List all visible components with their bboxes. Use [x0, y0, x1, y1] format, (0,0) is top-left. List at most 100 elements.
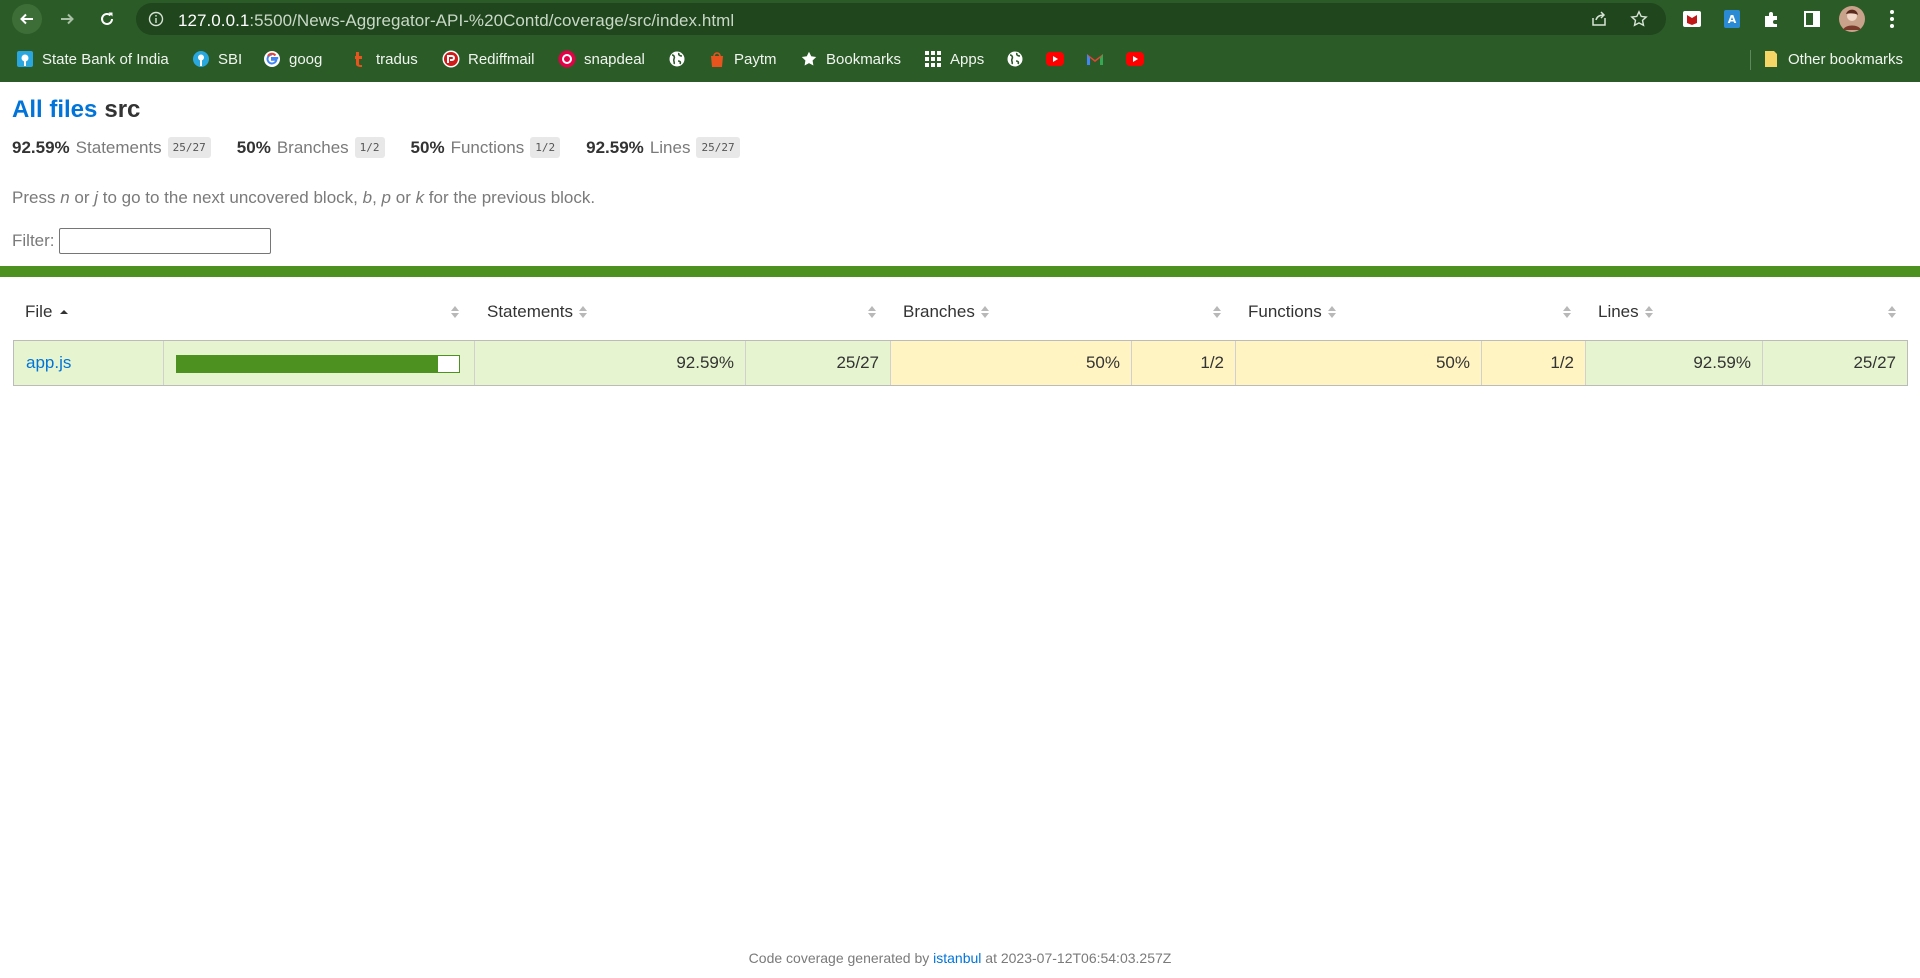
column-header-lines[interactable]: Lines [1598, 292, 1653, 332]
sort-icon[interactable] [1888, 305, 1896, 319]
back-arrow-icon [20, 13, 33, 25]
column-label: File [25, 302, 53, 321]
bookmark-label: Apps [950, 50, 985, 68]
column-label: Branches [903, 302, 975, 321]
coverage-summary: 92.59% Statements 25/27 50% Branches 1/2… [12, 137, 766, 158]
column-header-functions[interactable]: Functions [1248, 292, 1336, 332]
sort-icon [579, 306, 587, 318]
column-label: Functions [1248, 302, 1322, 321]
bookmark-star-icon[interactable] [1630, 10, 1648, 33]
youtube-icon [1046, 50, 1064, 68]
lines-fraction-cell: 25/27 [1763, 341, 1907, 385]
filter-label: Filter: [12, 231, 55, 250]
bookmark-label: SBI [218, 50, 243, 68]
summary-statements: 92.59% Statements 25/27 [12, 137, 211, 158]
column-label: Statements [487, 302, 573, 321]
bookmark-goog[interactable]: goog [263, 46, 322, 72]
hint-key: k [415, 188, 425, 207]
sort-icon[interactable] [451, 305, 459, 319]
page-title: All files src [12, 96, 140, 124]
bookmark-label: Paytm [734, 50, 777, 68]
sort-icon [1644, 306, 1653, 318]
bookmark-globe-1[interactable] [668, 46, 686, 72]
bookmarks-bar: State Bank of India SBI goog tradus Redi… [0, 44, 1920, 74]
sort-icon[interactable] [1563, 305, 1571, 319]
keyboard-hint: Press n or j to go to the next uncovered… [12, 188, 595, 208]
lines-pct-cell: 92.59% [1586, 341, 1763, 385]
back-button[interactable] [12, 4, 42, 34]
coverage-bar [176, 355, 460, 373]
bookmark-globe-2[interactable] [1006, 46, 1024, 72]
forward-arrow-icon [61, 13, 74, 25]
hint-key: n [60, 188, 70, 207]
gmail-icon [1086, 50, 1104, 68]
filter-row: Filter: [12, 228, 271, 254]
summary-branches: 50% Branches 1/2 [237, 137, 385, 158]
other-bookmarks-label: Other bookmarks [1788, 50, 1904, 68]
bookmark-sbi[interactable]: SBI [192, 46, 242, 72]
table-header: File Statements Branches Functions Lines [13, 292, 1908, 332]
hint-key: p [381, 188, 392, 207]
forward-button[interactable] [52, 4, 82, 34]
apps-grid-icon [924, 50, 942, 68]
share-icon[interactable] [1590, 10, 1608, 33]
file-link[interactable]: app.js [14, 353, 71, 373]
bookmark-label: State Bank of India [42, 50, 169, 68]
column-header-file[interactable]: File [25, 292, 70, 332]
sort-icon[interactable] [868, 305, 876, 319]
extensions-puzzle-icon[interactable] [1758, 5, 1786, 33]
column-header-branches[interactable]: Branches [903, 292, 989, 332]
bookmark-label: goog [289, 50, 323, 68]
sort-icon[interactable] [1213, 305, 1221, 319]
footer-timestamp: at 2023-07-12T06:54:03.257Z [985, 950, 1172, 966]
branches-label: Branches [276, 137, 349, 157]
bookmark-paytm[interactable]: Paytm [708, 46, 777, 72]
column-header-statements[interactable]: Statements [487, 292, 587, 332]
bookmark-bookmarks-folder[interactable]: Bookmarks [800, 46, 901, 72]
paytm-bag-icon [708, 50, 726, 68]
statements-fraction-cell: 25/27 [746, 341, 891, 385]
star-icon [800, 50, 818, 68]
reload-button[interactable] [92, 4, 122, 34]
browser-menu-icon[interactable] [1878, 5, 1906, 33]
profile-avatar[interactable] [1838, 5, 1866, 33]
youtube-icon [1126, 50, 1144, 68]
summary-lines: 92.59% Lines 25/27 [586, 137, 740, 158]
all-files-link[interactable]: All files [12, 96, 97, 123]
globe-icon [1006, 50, 1024, 68]
side-panel-icon[interactable] [1798, 5, 1826, 33]
filter-input[interactable] [58, 228, 271, 254]
address-bar[interactable]: 127.0.0.1:5500/News-Aggregator-API-%20Co… [136, 3, 1666, 35]
istanbul-link[interactable]: istanbul [933, 950, 981, 966]
bookmark-apps[interactable]: Apps [924, 46, 984, 72]
tradus-icon [350, 50, 368, 68]
bookmark-tradus[interactable]: tradus [350, 46, 418, 72]
hint-key: b [362, 188, 373, 207]
lines-percent: 92.59% [586, 137, 644, 157]
hint-text: to go to the next uncovered block, [98, 188, 363, 207]
coverage-table: File Statements Branches Functions Lines [13, 292, 1908, 386]
url-text[interactable]: 127.0.0.1:5500/News-Aggregator-API-%20Co… [178, 11, 734, 31]
bookmark-state-bank-of-india[interactable]: State Bank of India [16, 46, 169, 72]
branches-percent: 50% [236, 137, 271, 157]
bookmark-label: tradus [376, 50, 418, 68]
sort-ascending-icon [60, 310, 69, 314]
site-info-icon[interactable] [148, 11, 164, 32]
bookmark-gmail[interactable] [1086, 46, 1104, 72]
statements-label: Statements [75, 137, 162, 157]
hint-text: or [391, 188, 416, 207]
reload-icon [101, 12, 113, 25]
bookmark-rediffmail[interactable]: Rediffmail [442, 46, 534, 72]
bookmark-youtube-2[interactable] [1126, 46, 1144, 72]
mcafee-extension-icon[interactable] [1678, 5, 1706, 33]
sort-icon [1327, 306, 1336, 318]
translate-extension-icon[interactable]: A [1718, 5, 1746, 33]
bookmark-youtube-1[interactable] [1046, 46, 1064, 72]
bookmarks-divider [1750, 50, 1751, 70]
other-bookmarks-folder[interactable]: Other bookmarks [1762, 46, 1903, 72]
url-path: :5500/News-Aggregator-API-%20Contd/cover… [249, 11, 735, 30]
bookmark-snapdeal[interactable]: snapdeal [558, 46, 645, 72]
coverage-pic-cell [164, 341, 475, 385]
coverage-report-page: All files src 92.59% Statements 25/27 50%… [0, 82, 1920, 978]
browser-toolbar: 127.0.0.1:5500/News-Aggregator-API-%20Co… [0, 0, 1920, 38]
